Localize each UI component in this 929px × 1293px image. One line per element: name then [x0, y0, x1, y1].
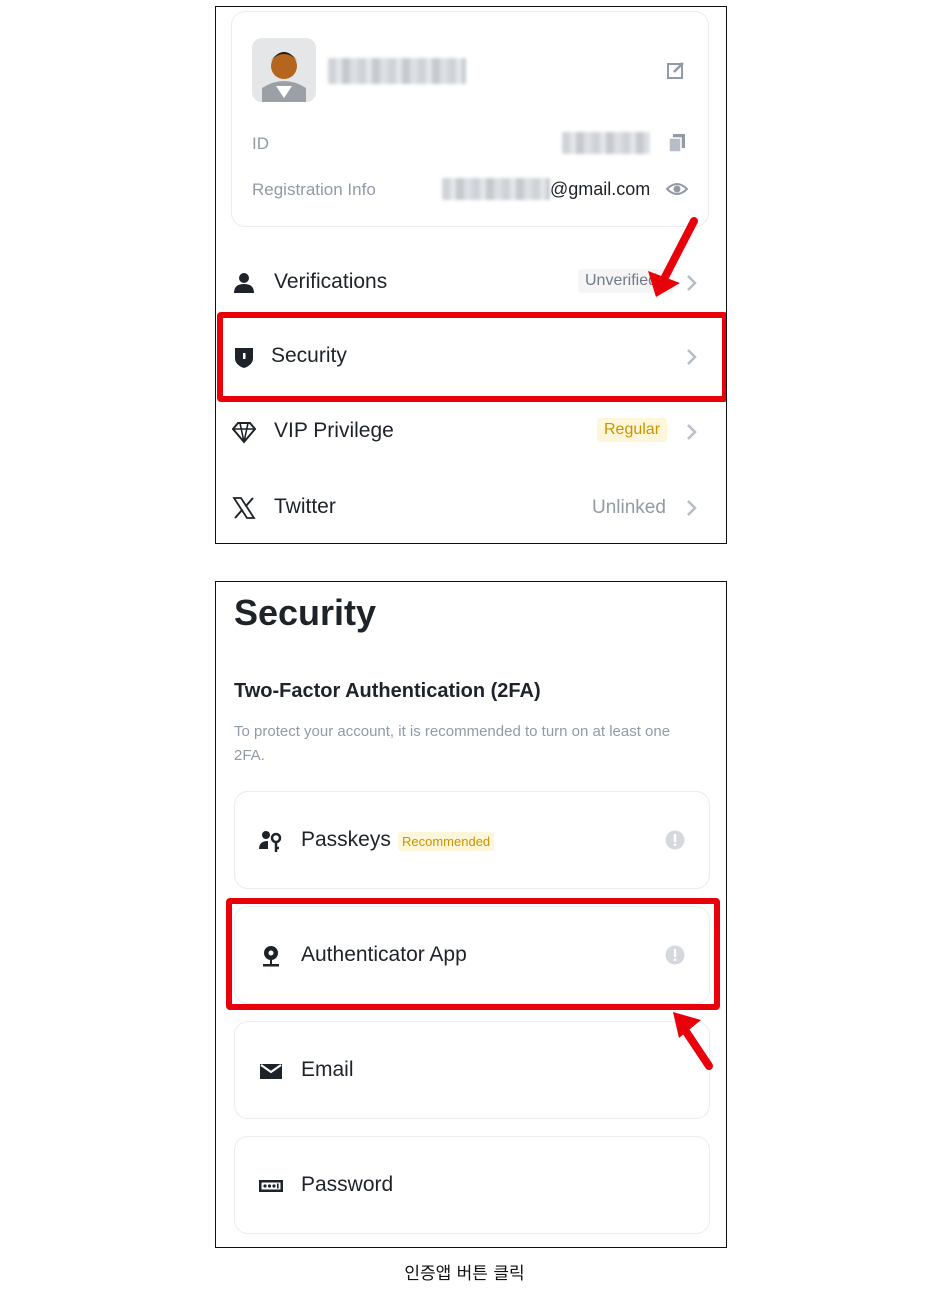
regular-badge: Regular: [597, 418, 668, 442]
eye-icon[interactable]: [666, 178, 688, 200]
email-redacted: [442, 178, 550, 200]
security-panel: Security Two-Factor Authentication (2FA)…: [215, 581, 727, 1248]
email-suffix: @gmail.com: [550, 179, 651, 199]
avatar[interactable]: [252, 38, 316, 102]
id-redacted: [562, 132, 650, 154]
caption: 인증앱 버튼 클릭: [404, 1264, 525, 1284]
password-icon: [259, 1180, 283, 1192]
email-label: Email: [301, 1058, 354, 1081]
warning-icon: [665, 830, 685, 850]
unlinked-status: Unlinked: [592, 497, 666, 518]
security-highlight-box: [217, 312, 726, 402]
profile-card: ID Registration Info @gmail.com: [231, 11, 709, 227]
section-title-2fa: Two-Factor Authentication (2FA): [234, 680, 541, 702]
authenticator-highlight-box: [226, 898, 720, 1010]
passkeys-label: Passkeys: [301, 828, 391, 851]
menu-label-twitter: Twitter: [274, 495, 336, 518]
username-redacted: [328, 58, 466, 84]
password-option[interactable]: Password: [234, 1136, 710, 1234]
id-label: ID: [252, 134, 269, 153]
page-title: Security: [234, 592, 377, 633]
menu-vip-privilege[interactable]: VIP Privilege Regular: [216, 402, 726, 462]
diamond-icon: [232, 422, 256, 444]
chevron-right-icon: [687, 500, 697, 516]
menu-twitter[interactable]: Twitter Unlinked: [216, 478, 726, 538]
passkey-icon: [259, 831, 282, 852]
registration-info-label: Registration Info: [252, 180, 376, 199]
chevron-right-icon: [687, 424, 697, 440]
person-icon: [234, 273, 254, 293]
envelope-icon: [260, 1064, 282, 1079]
account-panel: ID Registration Info @gmail.com Verifica…: [215, 6, 727, 544]
password-label: Password: [301, 1173, 394, 1196]
menu-label-verifications: Verifications: [274, 270, 388, 293]
menu-label-vip: VIP Privilege: [274, 419, 394, 442]
x-logo-icon: [232, 497, 256, 519]
section-description: To protect your account, it is recommend…: [234, 723, 671, 764]
red-arrow-icon: [673, 1012, 713, 1070]
email-option[interactable]: Email: [234, 1021, 710, 1119]
edit-icon[interactable]: [666, 60, 686, 80]
recommended-badge: Recommended: [398, 832, 495, 851]
copy-icon[interactable]: [666, 132, 688, 154]
red-arrow-icon: [648, 217, 698, 297]
passkeys-option[interactable]: Passkeys Recommended: [234, 791, 710, 889]
